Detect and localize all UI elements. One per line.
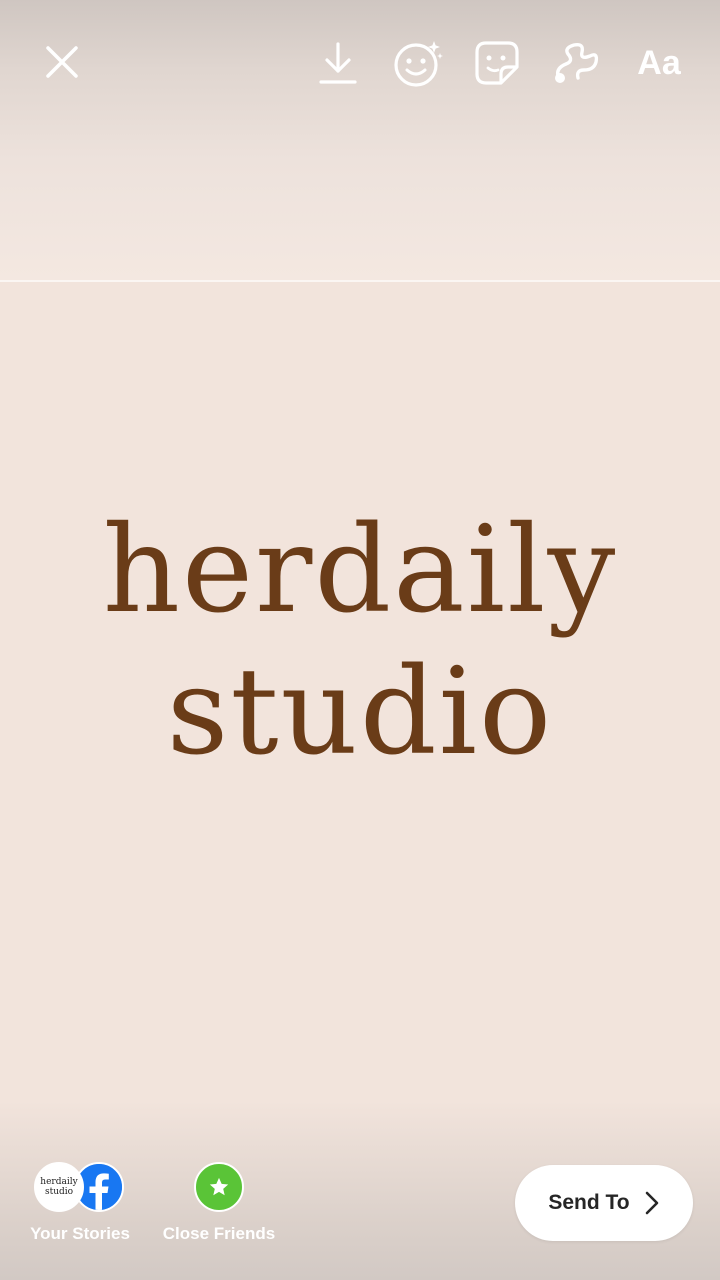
send-to-label: Send To [548, 1191, 630, 1214]
your-stories-label: Your Stories [30, 1224, 130, 1243]
brand-line-1: herdaily [102, 501, 618, 640]
close-friends-label: Close Friends [162, 1224, 276, 1243]
face-effects-button[interactable] [392, 38, 444, 90]
your-stories-button[interactable]: herdaily studio Your Stories [24, 1162, 136, 1244]
close-icon [46, 46, 78, 78]
avatar: herdaily studio [34, 1162, 84, 1212]
avatar-text-line-1: herdaily [40, 1177, 78, 1187]
text-tool-label: Aa [637, 43, 681, 82]
sticker-icon [475, 41, 519, 85]
close-friends-button[interactable]: Close Friends [158, 1162, 280, 1244]
story-brand-text[interactable]: herdaily studio [0, 500, 720, 784]
close-friends-badge [194, 1162, 244, 1212]
canvas-divider [0, 280, 720, 282]
face-effects-icon [394, 41, 443, 87]
text-tool-button[interactable]: Aa [632, 40, 686, 86]
draw-icon [555, 42, 599, 83]
send-to-button[interactable]: Send To [515, 1165, 693, 1241]
star-icon [209, 1177, 229, 1196]
chevron-right-icon [645, 1191, 658, 1215]
download-button[interactable] [314, 38, 362, 88]
brand-line-2: studio [166, 643, 554, 782]
sticker-button[interactable] [474, 40, 520, 86]
story-editor-screen: Aa herdaily studio herdaily studio Your … [0, 0, 720, 1280]
avatar-text-line-2: studio [44, 1187, 74, 1197]
draw-button[interactable] [552, 40, 602, 86]
close-button[interactable] [40, 40, 84, 84]
your-stories-avatars: herdaily studio [34, 1162, 126, 1212]
download-icon [319, 42, 357, 84]
